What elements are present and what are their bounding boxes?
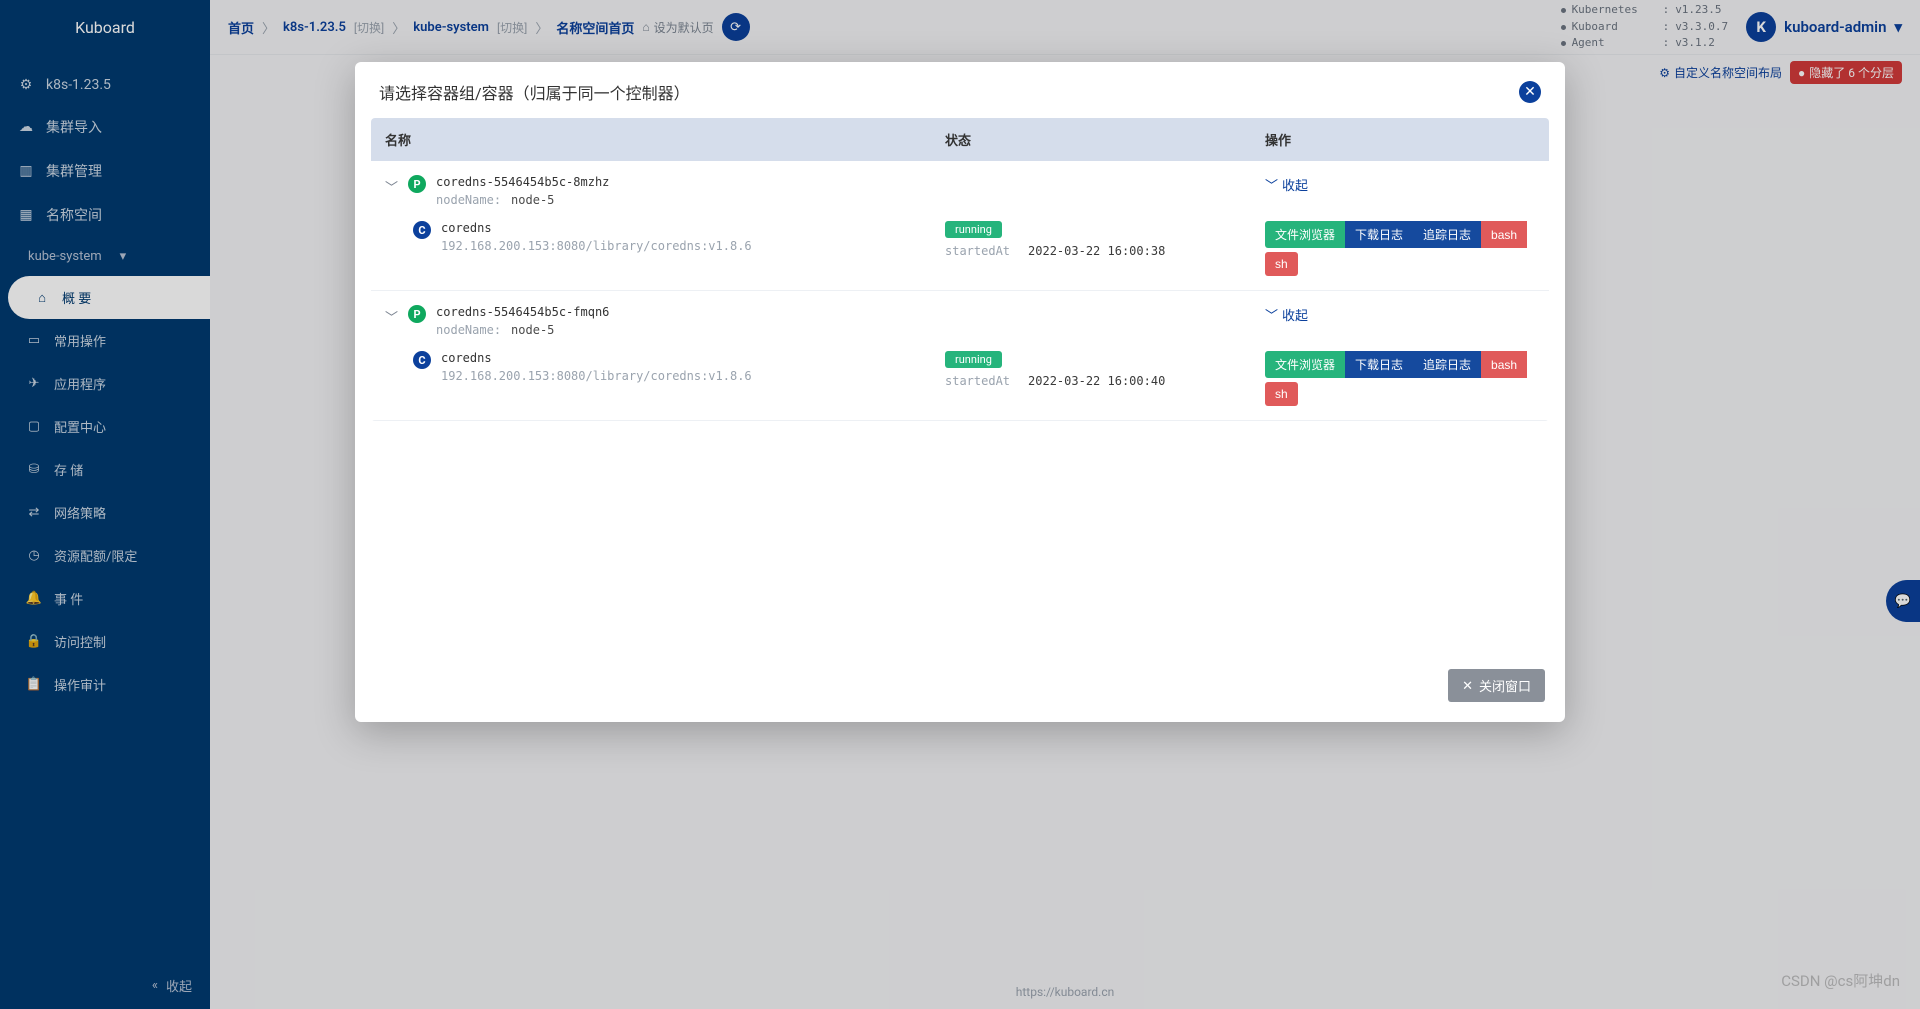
pod-badge: P (408, 175, 426, 193)
container-badge: C (413, 221, 431, 239)
container-image: 192.168.200.153:8080/library/coredns:v1.… (441, 239, 752, 253)
status-badge: running (945, 221, 1002, 238)
modal-title: 请选择容器组/容器（归属于同一个控制器） (379, 80, 690, 104)
file-browser-button[interactable]: 文件浏览器 (1265, 221, 1345, 248)
pod-badge: P (408, 305, 426, 323)
started-at: startedAt2022-03-22 16:00:40 (945, 374, 1237, 388)
th-status: 状态 (931, 118, 1251, 161)
expand-toggle[interactable]: ﹀ (385, 177, 398, 196)
pod-name: coredns-5546454b5c-fmqn6 (436, 305, 609, 319)
container-badge: C (413, 351, 431, 369)
pod-group: ﹀ P coredns-5546454b5c-fmqn6 nodeName:no… (371, 291, 1549, 421)
bash-button[interactable]: bash (1481, 351, 1527, 378)
th-action: 操作 (1251, 118, 1549, 161)
container-table: 名称 状态 操作 ﹀ P coredns-5 (371, 118, 1549, 421)
close-icon: ✕ (1462, 678, 1473, 694)
collapse-link[interactable]: ﹀ 收起 (1265, 305, 1535, 324)
container-name: coredns (441, 221, 752, 235)
download-log-button[interactable]: 下载日志 (1345, 351, 1413, 378)
container-image: 192.168.200.153:8080/library/coredns:v1.… (441, 369, 752, 383)
table-header: 名称 状态 操作 (371, 118, 1549, 161)
th-name: 名称 (371, 118, 931, 161)
collapse-link[interactable]: ﹀ 收起 (1265, 175, 1535, 194)
expand-toggle[interactable]: ﹀ (385, 307, 398, 326)
status-badge: running (945, 351, 1002, 368)
close-window-button[interactable]: ✕ 关闭窗口 (1448, 669, 1545, 702)
modal-overlay: 请选择容器组/容器（归属于同一个控制器） ✕ 名称 状态 操作 (0, 0, 1920, 1009)
modal-close-button[interactable]: ✕ (1519, 81, 1541, 103)
sh-button[interactable]: sh (1265, 252, 1298, 276)
trace-log-button[interactable]: 追踪日志 (1413, 351, 1481, 378)
file-browser-button[interactable]: 文件浏览器 (1265, 351, 1345, 378)
pod-node: nodeName:node-5 (436, 323, 609, 337)
trace-log-button[interactable]: 追踪日志 (1413, 221, 1481, 248)
sh-button[interactable]: sh (1265, 382, 1298, 406)
chevron-down-icon: ﹀ (1265, 175, 1278, 194)
started-at: startedAt2022-03-22 16:00:38 (945, 244, 1237, 258)
container-name: coredns (441, 351, 752, 365)
pod-name: coredns-5546454b5c-8mzhz (436, 175, 609, 189)
download-log-button[interactable]: 下载日志 (1345, 221, 1413, 248)
bash-button[interactable]: bash (1481, 221, 1527, 248)
pod-node: nodeName:node-5 (436, 193, 609, 207)
close-icon: ✕ (1524, 84, 1536, 100)
chevron-down-icon: ﹀ (1265, 305, 1278, 324)
modal: 请选择容器组/容器（归属于同一个控制器） ✕ 名称 状态 操作 (355, 62, 1565, 722)
pod-group: ﹀ P coredns-5546454b5c-8mzhz nodeName:no… (371, 161, 1549, 291)
